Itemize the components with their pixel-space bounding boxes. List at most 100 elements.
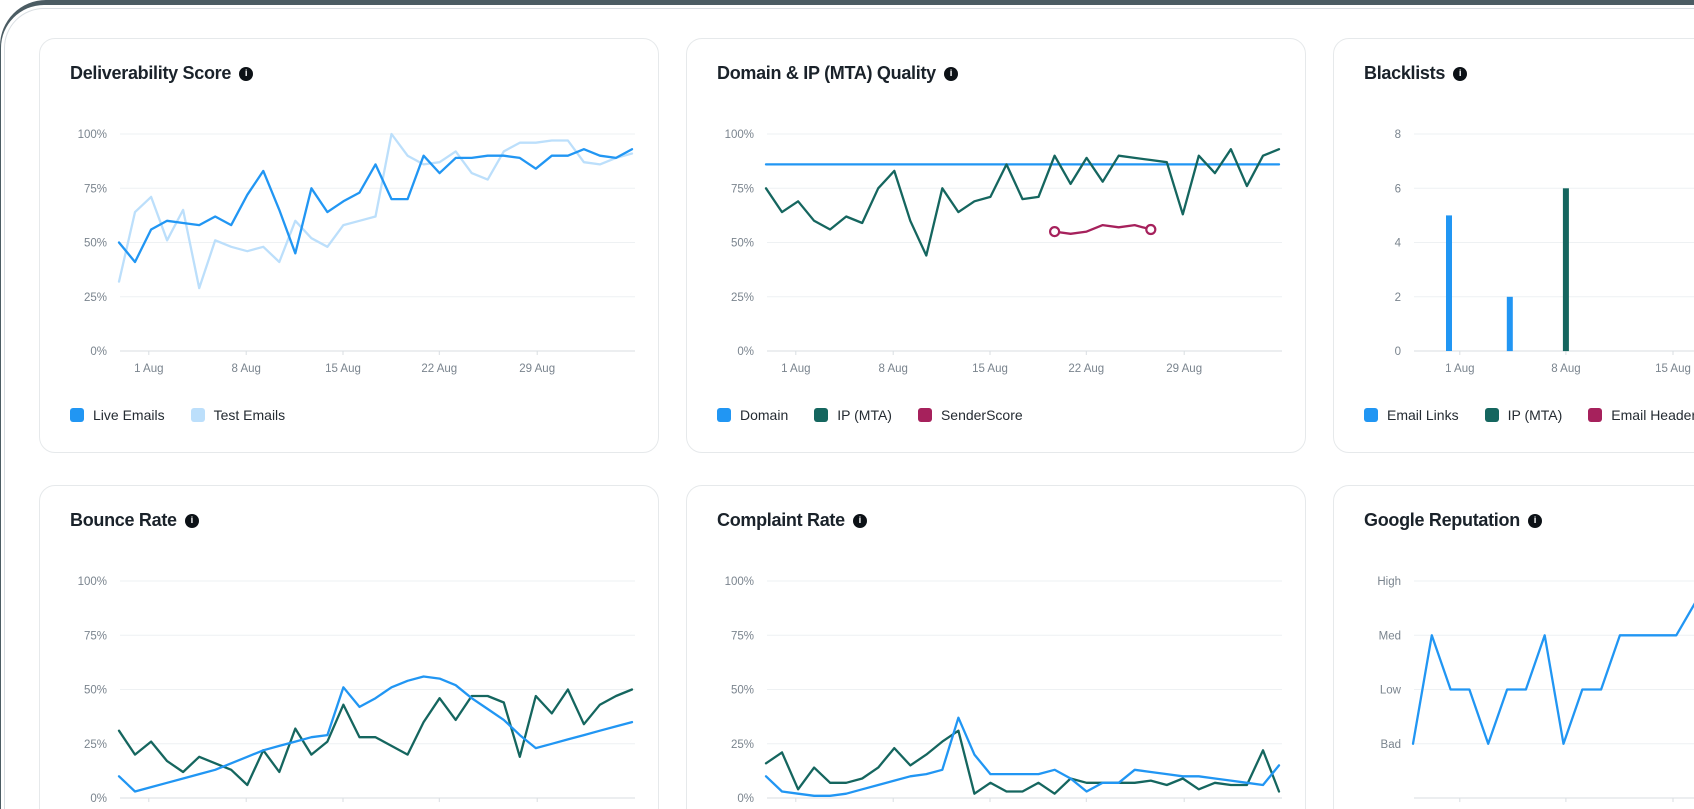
svg-text:0%: 0% — [90, 346, 107, 358]
legend-swatch — [1485, 408, 1499, 422]
legend-label: Live Emails — [93, 407, 165, 423]
legend-label: Domain — [740, 407, 788, 423]
svg-text:1 Aug: 1 Aug — [781, 363, 810, 375]
card-title: Domain & IP (MTA) Quality i — [717, 63, 958, 84]
svg-text:0: 0 — [1395, 346, 1401, 358]
dashboard-grid: Deliverability Score i 100% 75% 50% 25% 0% 1 … — [39, 38, 1694, 809]
card-title-text: Complaint Rate — [717, 510, 845, 531]
legend-swatch — [70, 408, 84, 422]
svg-text:50%: 50% — [731, 685, 754, 697]
legend-label: Email Header — [1611, 407, 1694, 423]
svg-text:100%: 100% — [725, 576, 754, 588]
svg-text:High: High — [1377, 576, 1401, 588]
svg-text:29 Aug: 29 Aug — [1166, 363, 1202, 375]
card-title-text: Domain & IP (MTA) Quality — [717, 63, 936, 84]
svg-text:Bad: Bad — [1381, 739, 1401, 751]
svg-text:15 Aug: 15 Aug — [325, 363, 361, 375]
card-title: Blacklists i — [1364, 63, 1467, 84]
svg-text:100%: 100% — [78, 129, 107, 141]
svg-text:50%: 50% — [731, 238, 754, 250]
svg-text:15 Aug: 15 Aug — [972, 363, 1008, 375]
svg-text:0%: 0% — [737, 346, 754, 358]
svg-text:75%: 75% — [84, 630, 107, 642]
svg-text:8 Aug: 8 Aug — [878, 363, 907, 375]
card-blacklists: Blacklists i 8 6 4 2 0 1 Aug 8 Aug 15 Aug Email… — [1333, 38, 1694, 453]
chart-legend: Domain IP (MTA) SenderScore — [717, 407, 1023, 423]
legend-label: Email Links — [1387, 407, 1459, 423]
svg-text:100%: 100% — [78, 576, 107, 588]
card-bounce-rate: Bounce Rate i 100% 75% 50% 25% 0% — [39, 485, 659, 809]
info-icon[interactable]: i — [1453, 67, 1467, 81]
info-icon[interactable]: i — [185, 514, 199, 528]
svg-text:6: 6 — [1395, 183, 1401, 195]
svg-text:25%: 25% — [84, 292, 107, 304]
svg-text:1 Aug: 1 Aug — [1445, 363, 1474, 375]
legend-item[interactable]: Email Links — [1364, 407, 1459, 423]
svg-text:50%: 50% — [84, 238, 107, 250]
card-title-text: Blacklists — [1364, 63, 1445, 84]
card-title-text: Bounce Rate — [70, 510, 177, 531]
svg-text:75%: 75% — [84, 183, 107, 195]
legend-item[interactable]: IP (MTA) — [1485, 407, 1563, 423]
svg-text:4: 4 — [1395, 238, 1402, 250]
dashboard-page: Deliverability Score i 100% 75% 50% 25% 0% 1 … — [4, 8, 1694, 809]
svg-text:75%: 75% — [731, 630, 754, 642]
svg-text:8 Aug: 8 Aug — [231, 363, 260, 375]
legend-item[interactable]: SenderScore — [918, 407, 1023, 423]
domain-ip-quality-chart: 100% 75% 50% 25% 0% 1 Aug 8 Aug 15 Aug 22 Aug 29 … — [687, 39, 1307, 454]
blacklists-chart: 8 6 4 2 0 1 Aug 8 Aug 15 Aug — [1334, 39, 1694, 454]
svg-text:0%: 0% — [737, 793, 754, 805]
info-icon[interactable]: i — [239, 67, 253, 81]
card-deliverability-score: Deliverability Score i 100% 75% 50% 25% 0% 1 … — [39, 38, 659, 453]
svg-text:0%: 0% — [90, 793, 107, 805]
svg-text:25%: 25% — [84, 739, 107, 751]
svg-text:29 Aug: 29 Aug — [519, 363, 555, 375]
legend-swatch — [1364, 408, 1378, 422]
card-google-reputation: Google Reputation i High Med Low Bad — [1333, 485, 1694, 809]
legend-item[interactable]: IP (MTA) — [814, 407, 892, 423]
svg-text:2: 2 — [1395, 292, 1401, 304]
info-icon[interactable]: i — [853, 514, 867, 528]
legend-swatch — [918, 408, 932, 422]
bounce-rate-chart: 100% 75% 50% 25% 0% — [40, 486, 660, 809]
deliverability-score-chart: 100% 75% 50% 25% 0% 1 Aug 8 Aug 15 Aug 22 Aug 29 … — [40, 39, 660, 454]
svg-text:Med: Med — [1379, 630, 1401, 642]
svg-text:75%: 75% — [731, 183, 754, 195]
card-complaint-rate: Complaint Rate i 100% 75% 50% 25% 0% — [686, 485, 1306, 809]
card-title: Google Reputation i — [1364, 510, 1542, 531]
legend-label: Test Emails — [214, 407, 286, 423]
card-title: Deliverability Score i — [70, 63, 253, 84]
card-title-text: Google Reputation — [1364, 510, 1520, 531]
card-domain-ip-quality: Domain & IP (MTA) Quality i 100% 75% 50% 25… — [686, 38, 1306, 453]
legend-item[interactable]: Domain — [717, 407, 788, 423]
google-reputation-chart: High Med Low Bad — [1334, 486, 1694, 809]
legend-swatch — [1588, 408, 1602, 422]
legend-label: IP (MTA) — [837, 407, 892, 423]
svg-text:25%: 25% — [731, 739, 754, 751]
card-title-text: Deliverability Score — [70, 63, 231, 84]
complaint-rate-chart: 100% 75% 50% 25% 0% — [687, 486, 1307, 809]
legend-swatch — [191, 408, 205, 422]
legend-item[interactable]: Live Emails — [70, 407, 165, 423]
svg-text:22 Aug: 22 Aug — [421, 363, 457, 375]
info-icon[interactable]: i — [1528, 514, 1542, 528]
svg-text:1 Aug: 1 Aug — [134, 363, 163, 375]
legend-item[interactable]: Test Emails — [191, 407, 286, 423]
chart-legend: Live Emails Test Emails — [70, 407, 285, 423]
svg-text:22 Aug: 22 Aug — [1068, 363, 1104, 375]
card-title: Bounce Rate i — [70, 510, 199, 531]
chart-legend: Email Links IP (MTA) Email Header — [1364, 407, 1694, 423]
svg-text:100%: 100% — [725, 129, 754, 141]
svg-text:25%: 25% — [731, 292, 754, 304]
legend-label: SenderScore — [941, 407, 1023, 423]
legend-swatch — [814, 408, 828, 422]
svg-text:8 Aug: 8 Aug — [1551, 363, 1580, 375]
svg-text:8: 8 — [1395, 129, 1401, 141]
svg-text:15 Aug: 15 Aug — [1655, 363, 1691, 375]
svg-text:50%: 50% — [84, 685, 107, 697]
legend-swatch — [717, 408, 731, 422]
info-icon[interactable]: i — [944, 67, 958, 81]
legend-item[interactable]: Email Header — [1588, 407, 1694, 423]
legend-label: IP (MTA) — [1508, 407, 1563, 423]
svg-text:Low: Low — [1380, 685, 1402, 697]
